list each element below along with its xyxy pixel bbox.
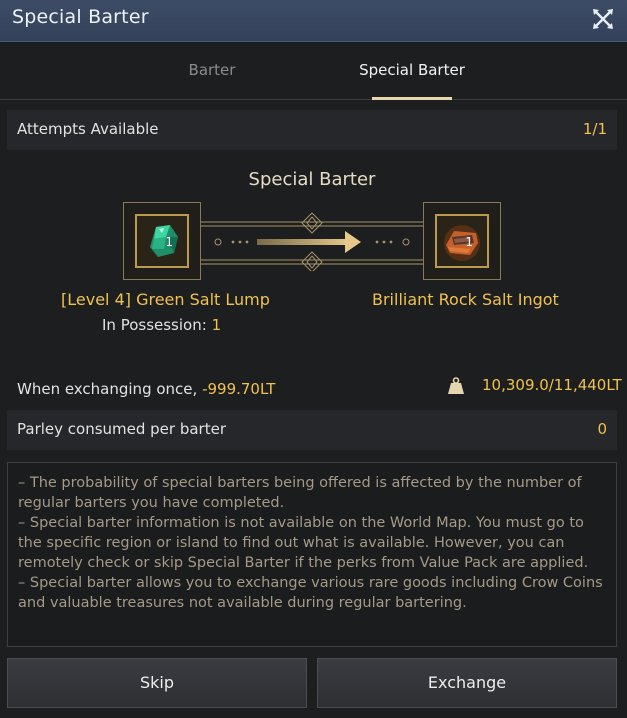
weight-icon (448, 377, 464, 394)
give-item-slot[interactable]: 1 (123, 202, 201, 280)
rock-salt-ingot-icon (444, 225, 480, 261)
possession-label: In Possession: (102, 316, 207, 334)
attempts-label: Attempts Available (17, 120, 159, 138)
receive-item-name: Brilliant Rock Salt Ingot (372, 290, 559, 309)
close-icon[interactable] (590, 6, 616, 32)
receive-item-quantity: 1 (465, 235, 473, 249)
exchange-arrow-icon (201, 212, 423, 271)
tab-barter[interactable]: Barter (160, 61, 264, 79)
attempts-value: 1/1 (582, 120, 607, 138)
skip-button[interactable]: Skip (7, 658, 307, 708)
parley-row: Parley consumed per barter 0 (7, 410, 617, 450)
parley-value: 0 (597, 420, 607, 438)
attempts-row: Attempts Available 1/1 (7, 110, 617, 150)
exchange-button[interactable]: Exchange (317, 658, 617, 708)
possession-info: In Possession: 1 (102, 316, 221, 334)
receive-item-slot[interactable]: 1 (423, 202, 501, 280)
give-item-name: [Level 4] Green Salt Lump (61, 290, 270, 309)
tab-special-barter[interactable]: Special Barter (345, 61, 479, 79)
exchange-weight-line: When exchanging once, -999.70LT (17, 380, 275, 398)
parley-label: Parley consumed per barter (17, 420, 226, 438)
section-title: Special Barter (248, 169, 376, 190)
active-tab-indicator (372, 97, 452, 100)
receive-item-frame: 1 (435, 214, 489, 268)
note-3: – Special barter allows you to exchange … (18, 575, 603, 611)
current-weight: 10,309.0/11,440LT (482, 376, 622, 394)
title-bar: Special Barter (0, 0, 627, 42)
exchange-weight-cost: -999.70LT (202, 380, 276, 398)
green-salt-lump-icon (150, 225, 178, 257)
possession-count: 1 (211, 316, 222, 334)
tab-bar: Barter Special Barter (0, 42, 627, 100)
exchange-label: When exchanging once, (17, 380, 198, 398)
note-2: – Special barter information is not avai… (18, 515, 589, 571)
window-title: Special Barter (12, 6, 149, 28)
note-1: – The probability of special barters bei… (18, 475, 582, 511)
give-item-frame: 1 (135, 214, 189, 268)
info-notes: – The probability of special barters bei… (7, 462, 617, 647)
give-item-quantity: 1 (165, 235, 173, 249)
